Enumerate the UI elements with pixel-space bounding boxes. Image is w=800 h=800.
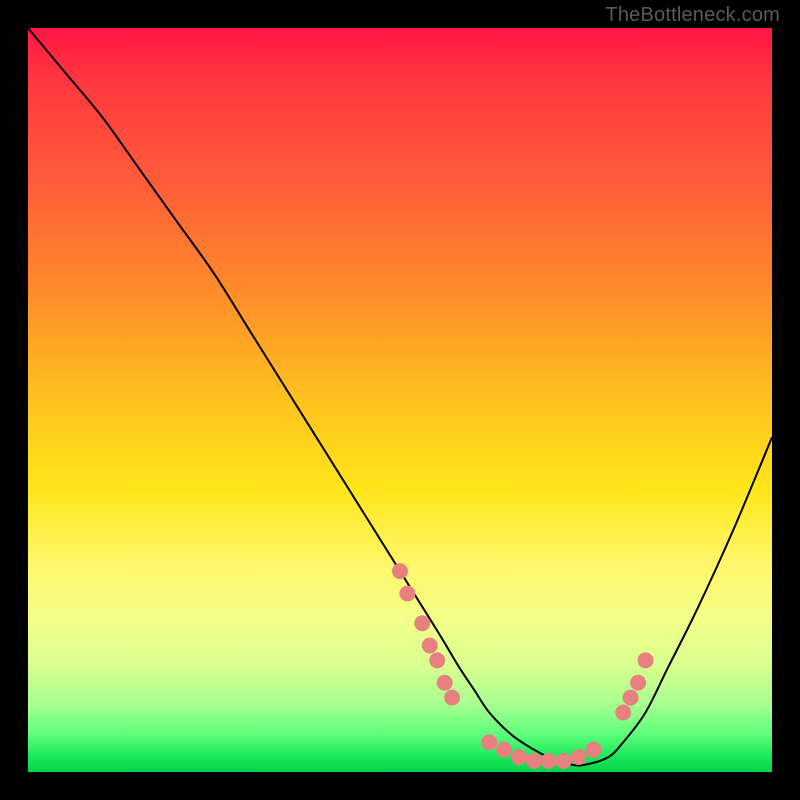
- marker-dot: [399, 585, 415, 601]
- marker-dots: [392, 563, 654, 769]
- marker-dot: [496, 742, 512, 758]
- plot-area: [28, 28, 772, 772]
- marker-dot: [571, 749, 587, 765]
- bottleneck-curve: [28, 28, 772, 765]
- marker-dot: [541, 753, 557, 769]
- marker-dot: [422, 638, 438, 654]
- marker-dot: [623, 690, 639, 706]
- marker-dot: [511, 749, 527, 765]
- marker-dot: [526, 753, 542, 769]
- marker-dot: [437, 675, 453, 691]
- marker-dot: [556, 753, 572, 769]
- marker-dot: [481, 734, 497, 750]
- marker-dot: [615, 704, 631, 720]
- marker-dot: [585, 742, 601, 758]
- marker-dot: [429, 652, 445, 668]
- marker-dot: [414, 615, 430, 631]
- curve-svg: [28, 28, 772, 772]
- marker-dot: [638, 652, 654, 668]
- marker-dot: [444, 690, 460, 706]
- watermark-text: TheBottleneck.com: [605, 4, 780, 27]
- marker-dot: [392, 563, 408, 579]
- marker-dot: [630, 675, 646, 691]
- chart-frame: TheBottleneck.com: [0, 0, 800, 800]
